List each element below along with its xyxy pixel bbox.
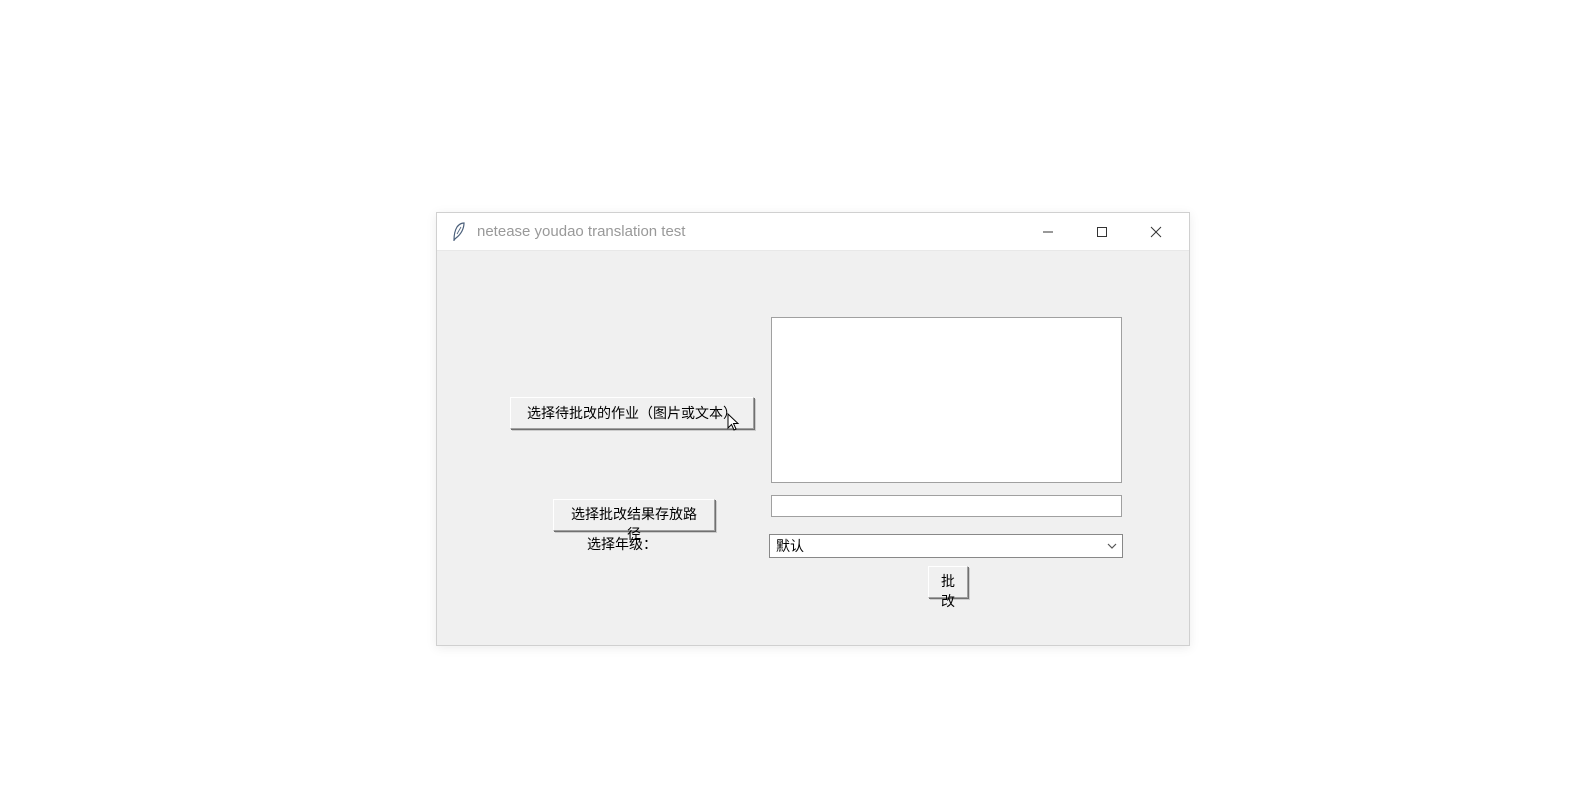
- result-path-input[interactable]: [771, 495, 1122, 517]
- grade-combobox[interactable]: 默认: [769, 534, 1123, 558]
- title-bar[interactable]: netease youdao translation test: [437, 213, 1189, 251]
- application-window: netease youdao translation test 选择待批改的作业…: [436, 212, 1190, 646]
- tk-feather-icon: [449, 222, 469, 242]
- window-title: netease youdao translation test: [477, 223, 1021, 240]
- select-result-path-button[interactable]: 选择批改结果存放路径: [553, 499, 715, 531]
- window-controls: [1021, 214, 1183, 250]
- combobox-selected-text: 默认: [770, 536, 1102, 556]
- minimize-button[interactable]: [1021, 214, 1075, 250]
- close-button[interactable]: [1129, 214, 1183, 250]
- process-button[interactable]: 批改: [928, 566, 968, 598]
- homework-textarea[interactable]: [771, 317, 1122, 483]
- select-homework-button[interactable]: 选择待批改的作业（图片或文本）: [510, 397, 754, 429]
- client-area: 选择待批改的作业（图片或文本） 选择批改结果存放路径 选择年级： 默认 批改: [437, 251, 1189, 645]
- chevron-down-icon: [1102, 535, 1122, 557]
- maximize-button[interactable]: [1075, 214, 1129, 250]
- grade-label: 选择年级：: [587, 534, 657, 554]
